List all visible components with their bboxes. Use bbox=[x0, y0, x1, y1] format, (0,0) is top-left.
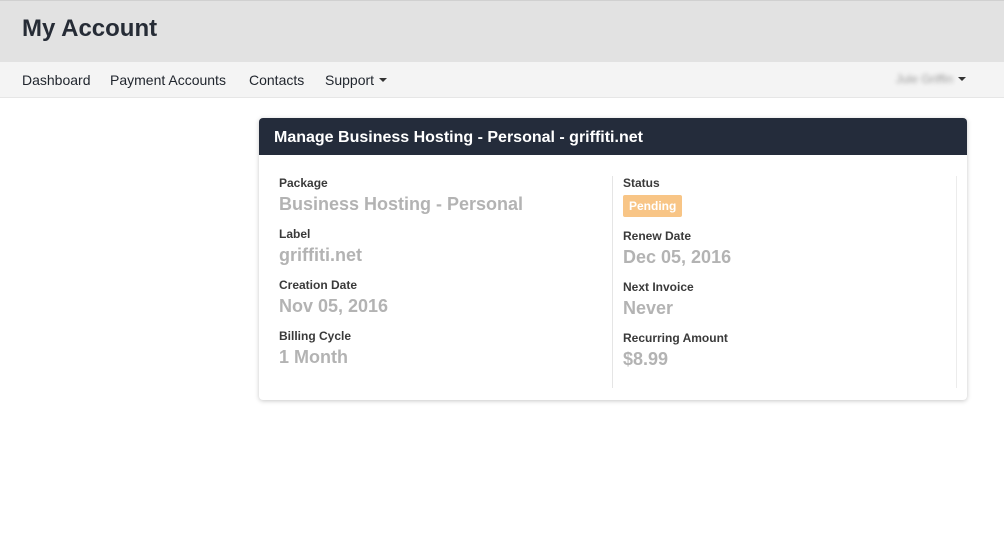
creation-date-value: Nov 05, 2016 bbox=[279, 296, 389, 316]
status-label: Status bbox=[623, 176, 660, 190]
recurring-amount-field: Recurring Amount $8.99 bbox=[623, 331, 957, 370]
nav-dashboard[interactable]: Dashboard bbox=[22, 72, 91, 88]
status-badge: Pending bbox=[623, 195, 683, 217]
panel-title: Manage Business Hosting - Personal - gri… bbox=[274, 129, 643, 146]
renew-date-field: Renew Date Dec 05, 2016 bbox=[623, 229, 957, 268]
renew-date-value: Dec 05, 2016 bbox=[623, 247, 732, 267]
billing-cycle-label: Billing Cycle bbox=[279, 329, 352, 343]
renew-date-label: Renew Date bbox=[623, 229, 692, 243]
manage-hosting-panel: Manage Business Hosting - Personal - gri… bbox=[259, 118, 967, 400]
next-invoice-value: Never bbox=[623, 298, 674, 318]
billing-cycle-value: 1 Month bbox=[279, 347, 348, 367]
nav-support-dropdown[interactable]: Support bbox=[325, 72, 388, 88]
label-label: Label bbox=[279, 227, 311, 241]
main-nav: Dashboard Payment Accounts Contacts Supp… bbox=[0, 62, 1004, 98]
next-invoice-label: Next Invoice bbox=[623, 280, 694, 294]
package-label: Package bbox=[279, 176, 328, 190]
chevron-down-icon bbox=[379, 78, 388, 83]
billing-cycle-field: Billing Cycle 1 Month bbox=[279, 329, 611, 368]
creation-date-label: Creation Date bbox=[279, 278, 358, 292]
details-left-column: Package Business Hosting - Personal Labe… bbox=[279, 176, 611, 380]
user-name: Jule Griffin bbox=[895, 72, 953, 86]
column-divider bbox=[612, 176, 613, 388]
package-field: Package Business Hosting - Personal bbox=[279, 176, 611, 215]
details-right-column: Status Pending Renew Date Dec 05, 2016 N… bbox=[623, 176, 957, 382]
page-title: My Account bbox=[22, 15, 158, 42]
package-value: Business Hosting - Personal bbox=[279, 194, 524, 214]
user-menu-dropdown[interactable]: Jule Griffin bbox=[896, 72, 966, 86]
nav-contacts[interactable]: Contacts bbox=[249, 72, 304, 88]
creation-date-field: Creation Date Nov 05, 2016 bbox=[279, 278, 611, 317]
recurring-amount-value: $8.99 bbox=[623, 349, 669, 369]
panel-header: Manage Business Hosting - Personal - gri… bbox=[259, 118, 967, 155]
chevron-down-icon bbox=[958, 76, 966, 81]
right-edge-divider bbox=[956, 176, 957, 388]
top-header: My Account bbox=[0, 0, 1004, 62]
next-invoice-field: Next Invoice Never bbox=[623, 280, 957, 319]
label-value: griffiti.net bbox=[279, 245, 362, 265]
nav-payment-accounts[interactable]: Payment Accounts bbox=[110, 72, 226, 88]
recurring-amount-label: Recurring Amount bbox=[623, 331, 728, 345]
label-field: Label griffiti.net bbox=[279, 227, 611, 266]
status-field: Status Pending bbox=[623, 176, 957, 217]
nav-support-label: Support bbox=[325, 72, 375, 88]
